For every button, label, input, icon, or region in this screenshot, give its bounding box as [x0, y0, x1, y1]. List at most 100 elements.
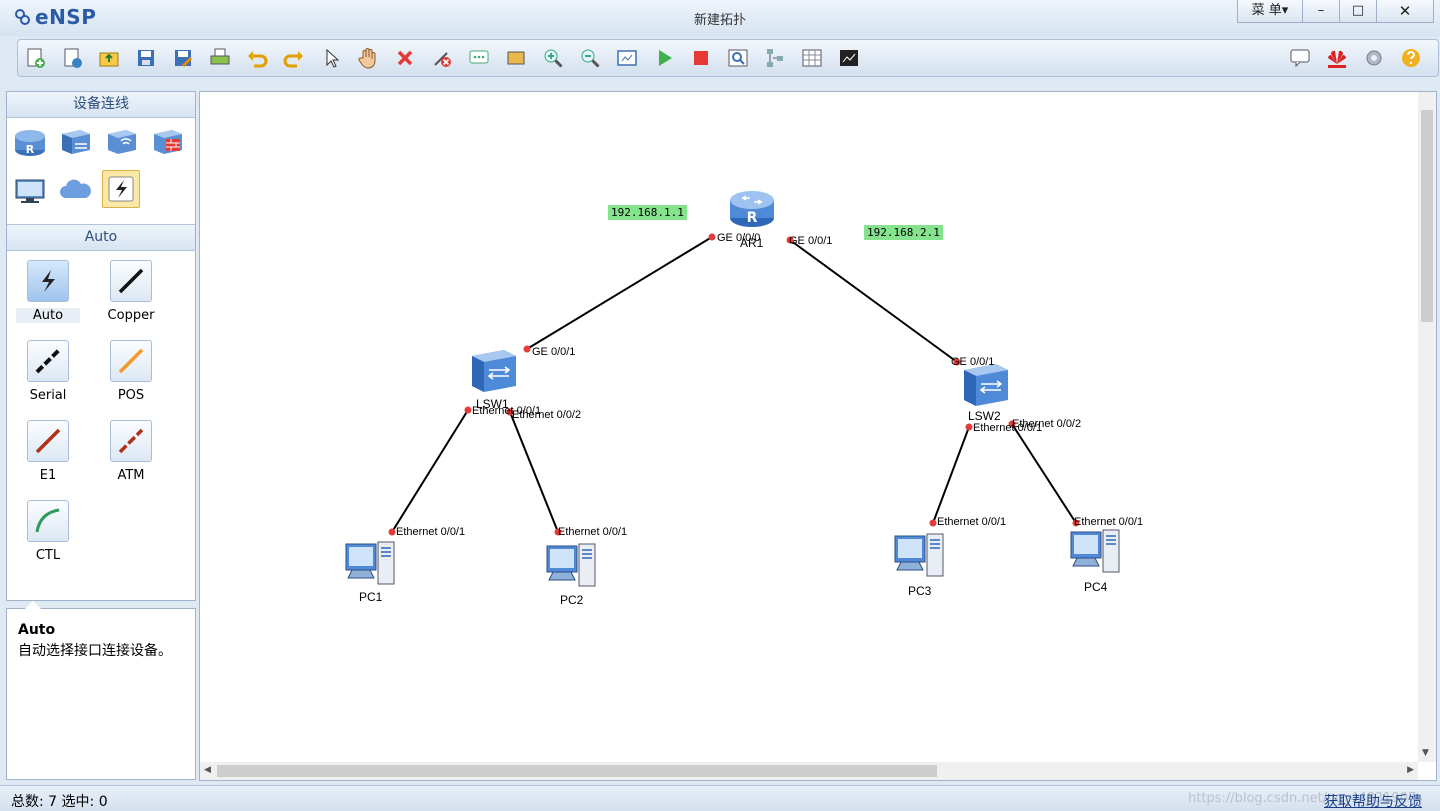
port-label: Ethernet 0/0/1	[558, 526, 628, 538]
menu-button[interactable]: 菜 单▾	[1238, 0, 1302, 22]
new-topology-icon[interactable]	[23, 46, 47, 70]
ip-label-2[interactable]: 192.168.2.1	[864, 225, 943, 240]
node-label-pc3: PC3	[908, 584, 932, 598]
start-device-icon[interactable]	[652, 46, 676, 70]
link-lsw2-pc3[interactable]	[932, 426, 970, 524]
save-icon[interactable]	[134, 46, 158, 70]
switch-icon	[964, 364, 1008, 406]
e1-link-icon	[27, 420, 69, 462]
link-lsw2-pc4[interactable]	[1011, 423, 1077, 524]
link-type-auto[interactable]: Auto	[16, 260, 80, 323]
open-icon[interactable]	[97, 46, 121, 70]
firewall-category-icon[interactable]	[150, 124, 186, 160]
link-ar1-lsw1[interactable]	[526, 236, 713, 350]
help-icon[interactable]	[1399, 46, 1423, 70]
svg-text:R: R	[26, 143, 35, 156]
link-type-label: Serial	[29, 388, 67, 403]
status-bar: 总数: 7 选中: 0 https://blog.csdn.net/qq_448…	[0, 785, 1440, 811]
capture-icon[interactable]	[726, 46, 750, 70]
link-ar1-lsw2[interactable]	[789, 239, 958, 363]
cloud-category-icon[interactable]	[58, 172, 94, 208]
connection-category-icon[interactable]	[102, 170, 140, 208]
grid-icon[interactable]	[800, 46, 824, 70]
pc-pc3[interactable]	[893, 530, 947, 583]
port-dot	[523, 345, 531, 353]
pc-icon	[546, 543, 596, 587]
port-label: Ethernet 0/0/1	[1074, 516, 1144, 528]
select-icon[interactable]	[319, 46, 343, 70]
serial-link-icon	[27, 340, 69, 382]
delete-link-icon[interactable]	[430, 46, 454, 70]
stop-device-icon[interactable]	[689, 46, 713, 70]
pc-icon	[1070, 529, 1120, 573]
chat-icon[interactable]	[1288, 46, 1312, 70]
redo-icon[interactable]	[282, 46, 306, 70]
switch-lsw2[interactable]	[962, 362, 1010, 411]
save-as-icon[interactable]	[171, 46, 195, 70]
link-type-copper[interactable]: Copper	[99, 260, 163, 323]
link-type-serial[interactable]: Serial	[16, 340, 80, 403]
help-feedback-link[interactable]: 获取帮助与反馈	[1324, 791, 1422, 811]
scroll-left-arrow-icon[interactable]: ◀	[204, 765, 211, 775]
switch-lsw1[interactable]	[470, 348, 518, 397]
scroll-right-arrow-icon[interactable]: ▶	[1407, 765, 1414, 775]
router-category-icon[interactable]: R	[12, 124, 48, 160]
port-label: Ethernet 0/0/1	[396, 526, 466, 538]
delete-icon[interactable]	[393, 46, 417, 70]
new-task-icon[interactable]	[60, 46, 84, 70]
port-label: Ethernet 0/0/2	[1012, 418, 1082, 430]
port-dot	[464, 406, 472, 414]
settings-icon[interactable]	[1362, 46, 1386, 70]
console-icon[interactable]	[837, 46, 861, 70]
link-lsw1-pc2[interactable]	[509, 411, 559, 533]
maximize-button[interactable]: □	[1339, 0, 1376, 22]
fit-view-icon[interactable]	[615, 46, 639, 70]
link-type-ctl[interactable]: CTL	[16, 500, 80, 563]
text-note-icon[interactable]	[467, 46, 491, 70]
huawei-icon[interactable]	[1325, 46, 1349, 70]
topology-icon[interactable]	[763, 46, 787, 70]
pc-pc1[interactable]	[344, 538, 398, 591]
zoom-in-icon[interactable]	[541, 46, 565, 70]
link-type-atm[interactable]: ATM	[99, 420, 163, 483]
port-label: GE 0/0/0	[717, 232, 761, 244]
router-ar1[interactable]: R	[728, 186, 776, 233]
print-icon[interactable]	[208, 46, 232, 70]
port-dot	[965, 423, 973, 431]
topology-canvas[interactable]: 192.168.1.1 192.168.2.1 R AR1 LSW1 LSW2 …	[199, 91, 1437, 781]
link-type-label: E1	[39, 468, 57, 483]
link-lsw1-pc1[interactable]	[391, 409, 469, 533]
horizontal-scrollbar[interactable]: ◀ ▶	[200, 762, 1418, 780]
port-dot	[929, 519, 937, 527]
pc-pc4[interactable]	[1069, 526, 1123, 579]
toolbar	[17, 39, 1439, 77]
pc-category-icon[interactable]	[12, 172, 48, 208]
port-dot	[708, 233, 716, 241]
zoom-out-icon[interactable]	[578, 46, 602, 70]
link-type-pos[interactable]: POS	[99, 340, 163, 403]
pos-link-icon	[110, 340, 152, 382]
wlan-category-icon[interactable]	[104, 124, 140, 160]
horizontal-scroll-thumb[interactable]	[217, 765, 937, 777]
window-controls: 菜 单▾ – □ ✕	[1237, 0, 1434, 23]
rectangle-icon[interactable]	[504, 46, 528, 70]
close-button[interactable]: ✕	[1376, 0, 1433, 22]
topology-links	[388, 233, 1080, 536]
pan-hand-icon[interactable]	[356, 46, 380, 70]
scroll-down-arrow-icon[interactable]: ▼	[1422, 748, 1429, 758]
ip-label-1[interactable]: 192.168.1.1	[608, 205, 687, 220]
pc-pc2[interactable]	[545, 540, 599, 593]
window-title: 新建拓扑	[693, 13, 746, 28]
port-label: GE 0/0/1	[789, 235, 833, 247]
undo-icon[interactable]	[245, 46, 269, 70]
switch-category-icon[interactable]	[58, 124, 94, 160]
device-panel: 设备连线 R Auto Auto Copper Serial POS E1 AT…	[6, 91, 196, 601]
auto-link-icon	[27, 260, 69, 302]
category-title: Auto	[7, 224, 195, 251]
vertical-scrollbar[interactable]: ▼	[1418, 92, 1436, 762]
minimize-button[interactable]: –	[1302, 0, 1339, 22]
link-type-e1[interactable]: E1	[16, 420, 80, 483]
atm-link-icon	[110, 420, 152, 462]
node-label-pc1: PC1	[359, 590, 383, 604]
vertical-scroll-thumb[interactable]	[1421, 110, 1433, 322]
